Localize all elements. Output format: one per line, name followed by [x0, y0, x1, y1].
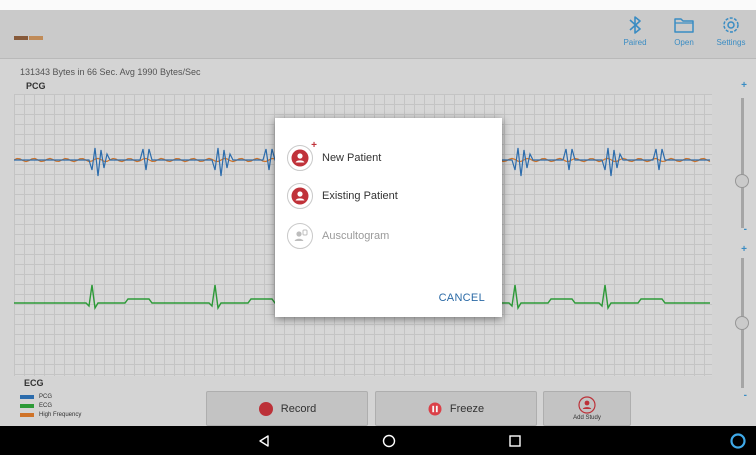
existing-patient-icon	[287, 183, 313, 209]
new-patient-option[interactable]: + New Patient	[287, 140, 492, 171]
new-patient-icon: +	[287, 140, 317, 171]
recents-button[interactable]	[495, 426, 535, 455]
home-icon	[382, 434, 396, 447]
auscultogram-label: Auscultogram	[322, 230, 390, 242]
cancel-button[interactable]: CANCEL	[439, 292, 485, 304]
new-patient-label: New Patient	[322, 152, 382, 164]
existing-patient-label: Existing Patient	[322, 190, 398, 202]
home-button[interactable]	[369, 426, 409, 455]
back-icon	[259, 434, 269, 447]
assistant-button[interactable]	[718, 426, 756, 455]
patient-dialog: + New Patient Existing Patient Auscultog…	[275, 118, 502, 317]
auscultogram-option[interactable]: Auscultogram	[287, 223, 492, 249]
existing-patient-option[interactable]: Existing Patient	[287, 183, 492, 209]
assistant-icon	[730, 432, 746, 449]
system-nav-bar	[0, 426, 756, 455]
auscultogram-icon	[287, 223, 313, 249]
recents-icon	[509, 434, 521, 447]
back-button[interactable]	[244, 426, 284, 455]
